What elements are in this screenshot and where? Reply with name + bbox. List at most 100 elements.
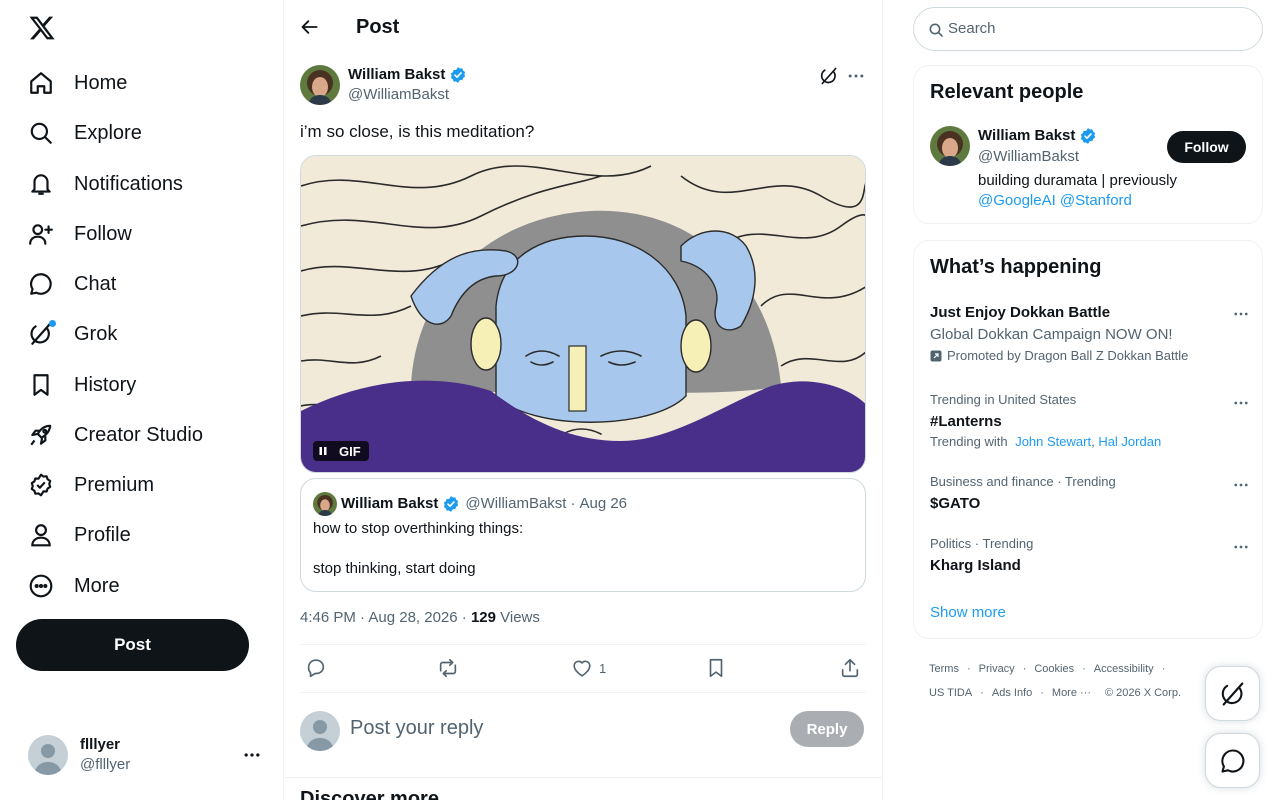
verified-badge-icon [28, 472, 54, 498]
divider [300, 644, 866, 645]
bell-icon [28, 171, 54, 197]
trend-item[interactable]: Just Enjoy Dokkan Battle Global Dokkan C… [930, 303, 1250, 364]
divider [284, 777, 882, 778]
promoted-line: Promoted by Dragon Ball Z Dokkan Battle [930, 348, 1250, 364]
footer-sep: · [1161, 663, 1166, 675]
more-horizontal-icon[interactable] [1232, 305, 1250, 323]
nav-explore-label: Explore [74, 122, 142, 144]
relevant-person-bio: building duramata | previously @GoogleAI… [978, 171, 1238, 211]
relevant-people-panel: Relevant people William Bakst @WilliamBa… [913, 65, 1263, 224]
back-arrow-icon[interactable] [300, 17, 320, 37]
more-horizontal-icon[interactable] [1232, 394, 1250, 412]
reply-button[interactable]: Reply [790, 711, 864, 747]
chat-float-button[interactable] [1205, 733, 1260, 788]
post-gif[interactable]: GIF [300, 155, 866, 473]
gif-illustration [301, 156, 865, 472]
search-icon [28, 120, 54, 146]
trend-title: Kharg Island [930, 557, 1021, 574]
verified-check-icon [449, 66, 467, 84]
relevant-person-avatar[interactable] [930, 126, 970, 166]
search-input[interactable] [948, 20, 1248, 37]
post-meta: 4:46 PM · Aug 28, 2026 · 129 Views [300, 608, 540, 628]
relevant-person-name-text: William Bakst [978, 127, 1076, 144]
repost-icon [437, 657, 459, 679]
share-action[interactable] [839, 657, 861, 679]
more-horizontal-icon[interactable] [242, 745, 262, 765]
chat-icon [28, 271, 54, 297]
reply-input[interactable] [350, 716, 770, 740]
promoted-text: Promoted by Dragon Ball Z Dokkan Battle [947, 348, 1189, 363]
grok-float-button[interactable] [1205, 666, 1260, 721]
views-label: Views [495, 609, 540, 626]
author-avatar[interactable] [300, 65, 340, 105]
person-icon [28, 522, 54, 548]
nav-premium[interactable]: Premium [28, 465, 154, 505]
like-action[interactable]: 1 [571, 657, 606, 679]
repost-action[interactable] [437, 657, 459, 679]
relevant-people-title: Relevant people [930, 81, 1084, 103]
reply-action[interactable] [305, 657, 327, 679]
whats-happening-title: What’s happening [930, 256, 1102, 278]
quoted-post[interactable]: William Bakst @WilliamBakst · Aug 26 how… [300, 478, 866, 592]
bookmark-action[interactable] [705, 657, 727, 679]
nav-history[interactable]: History [28, 365, 136, 405]
more-horizontal-icon[interactable] [1232, 476, 1250, 494]
show-more-link[interactable]: Show more [930, 603, 1006, 623]
footer-link-terms[interactable]: Terms [929, 663, 959, 675]
search-box[interactable] [913, 7, 1263, 51]
footer-link-us-tida[interactable]: US TIDA [929, 687, 972, 699]
nav-home[interactable]: Home [28, 63, 127, 103]
trend-item[interactable]: Business and finance · Trending $GATO [930, 474, 1250, 514]
bio-text: building duramata | previously [978, 172, 1178, 189]
author-handle[interactable]: @WilliamBakst [348, 85, 449, 105]
footer-link-privacy[interactable]: Privacy [979, 663, 1015, 675]
author-name[interactable]: William Bakst [348, 65, 467, 85]
more-horizontal-icon[interactable] [846, 66, 866, 86]
account-handle: @flllyer [80, 756, 131, 773]
relevant-person-handle[interactable]: @WilliamBakst [978, 147, 1079, 167]
nav-profile[interactable]: Profile [28, 515, 131, 555]
nav-more[interactable]: More [28, 566, 120, 606]
footer-link-ads-info[interactable]: Ads Info [992, 687, 1032, 699]
account-switcher[interactable]: flllyer @flllyer [28, 734, 268, 776]
grok-icon[interactable] [819, 66, 839, 86]
nav-explore[interactable]: Explore [28, 113, 142, 153]
bio-links[interactable]: @GoogleAI @Stanford [978, 191, 1238, 211]
verified-check-icon [1079, 127, 1097, 145]
footer-sep: · [1040, 687, 1044, 699]
trending-with-link[interactable]: John Stewart [1015, 434, 1091, 449]
more-horizontal-icon[interactable] [1232, 538, 1250, 556]
quote-text-line: stop thinking, start doing [313, 560, 476, 577]
trend-title: Just Enjoy Dokkan Battle [930, 304, 1111, 321]
nav-creator-studio[interactable]: Creator Studio [28, 415, 203, 455]
trend-item[interactable]: Politics · Trending Kharg Island [930, 536, 1250, 576]
account-name: flllyer [80, 736, 121, 753]
quote-author-avatar [313, 492, 337, 516]
share-icon [839, 657, 861, 679]
footer-link-more[interactable]: More ··· [1052, 687, 1091, 699]
heart-icon [571, 657, 593, 679]
bookmark-icon [705, 657, 727, 679]
nav-grok-label: Grok [74, 323, 118, 345]
relevant-person-name[interactable]: William Bakst [978, 126, 1097, 146]
trending-with: Trending with John Stewart, Hal Jordan [930, 434, 1250, 450]
post-button[interactable]: Post [16, 619, 249, 671]
left-navigation: Home Explore Notifications Follow Chat G… [0, 0, 284, 800]
post-timestamp[interactable]: 4:46 PM · Aug 28, 2026 · [300, 609, 471, 626]
footer-link-cookies[interactable]: Cookies [1034, 663, 1074, 675]
nav-grok[interactable]: Grok [28, 314, 117, 354]
unread-dot [49, 320, 56, 327]
pause-icon [313, 441, 333, 461]
gif-badge[interactable]: GIF [313, 441, 369, 461]
trend-title: #Lanterns [930, 413, 1002, 430]
follow-button[interactable]: Follow [1167, 131, 1246, 163]
nav-chat[interactable]: Chat [28, 264, 116, 304]
footer-links: Terms · Privacy · Cookies · Accessibility · US … [929, 657, 1249, 705]
post-detail-column: Post William Bakst @WilliamBakst i’m so … [284, 0, 883, 800]
nav-notifications[interactable]: Notifications [28, 164, 183, 204]
trending-with-link[interactable]: Hal Jordan [1098, 434, 1161, 449]
x-logo-icon[interactable] [28, 14, 56, 42]
nav-follow[interactable]: Follow [28, 214, 132, 254]
footer-link-accessibility[interactable]: Accessibility [1094, 663, 1154, 675]
trend-item[interactable]: Trending in United States #Lanterns Tren… [930, 392, 1250, 450]
